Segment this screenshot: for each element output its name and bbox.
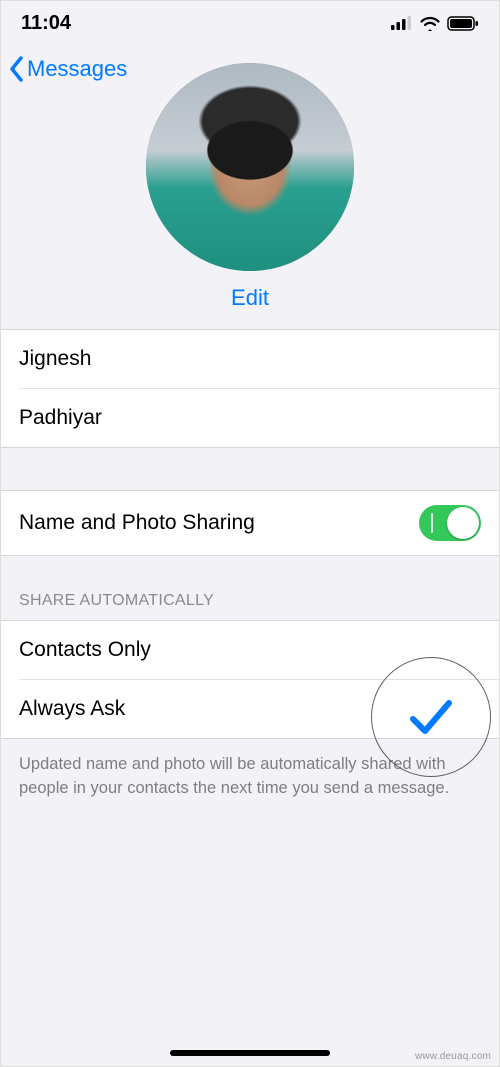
watermark: www.deuaq.com	[415, 1051, 491, 1062]
first-name-value: Jignesh	[19, 347, 91, 371]
first-name-field[interactable]: Jignesh	[1, 330, 499, 388]
status-icons	[391, 15, 479, 31]
status-bar: 11:04	[1, 1, 499, 45]
back-label: Messages	[27, 56, 127, 82]
option-label: Contacts Only	[19, 638, 151, 662]
name-fields-group: Jignesh Padhiyar	[1, 329, 499, 448]
last-name-field[interactable]: Padhiyar	[1, 389, 499, 447]
chevron-left-icon	[9, 56, 25, 82]
profile-section: Edit	[1, 93, 499, 329]
back-button[interactable]: Messages	[9, 56, 127, 82]
avatar-photo	[146, 63, 354, 271]
share-auto-footer: Updated name and photo will be automatic…	[1, 739, 499, 815]
sharing-label: Name and Photo Sharing	[19, 511, 255, 535]
home-indicator[interactable]	[170, 1050, 330, 1056]
avatar[interactable]	[146, 63, 354, 271]
sharing-group: Name and Photo Sharing	[1, 490, 499, 556]
last-name-value: Padhiyar	[19, 406, 102, 430]
share-auto-group: Contacts Only Always Ask	[1, 620, 499, 739]
option-contacts-only[interactable]: Contacts Only	[1, 621, 499, 679]
status-time: 11:04	[21, 12, 71, 35]
option-always-ask[interactable]: Always Ask	[1, 680, 499, 738]
edit-photo-button[interactable]: Edit	[231, 285, 269, 311]
sharing-toggle[interactable]	[419, 505, 481, 541]
wifi-icon	[419, 15, 441, 31]
share-auto-header: SHARE AUTOMATICALLY	[1, 556, 499, 620]
option-label: Always Ask	[19, 697, 125, 721]
cellular-icon	[391, 16, 413, 30]
name-photo-sharing-row: Name and Photo Sharing	[1, 491, 499, 555]
toggle-knob	[447, 507, 479, 539]
battery-icon	[447, 16, 479, 31]
